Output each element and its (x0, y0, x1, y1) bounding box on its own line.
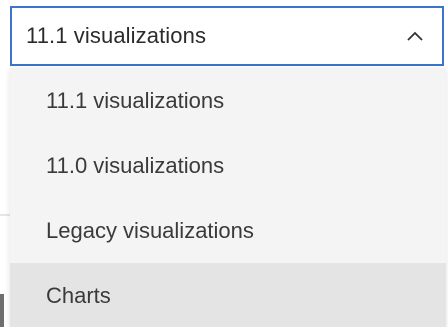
menu-item-11-1-visualizations[interactable]: 11.1 visualizations (10, 68, 446, 133)
menu-item-legacy-visualizations[interactable]: Legacy visualizations (10, 198, 446, 263)
chevron-up-icon[interactable] (404, 25, 426, 47)
background-scrollbar-fragment (0, 294, 4, 327)
visualization-dropdown: 11.1 visualizations 11.1 visualizations … (0, 0, 448, 327)
background-divider (0, 214, 10, 216)
menu-item-11-0-visualizations[interactable]: 11.0 visualizations (10, 133, 446, 198)
selected-value: 11.1 visualizations (26, 23, 207, 48)
menu-item-charts[interactable]: Charts (10, 263, 446, 327)
dropdown-menu: 11.1 visualizations 11.0 visualizations … (10, 68, 446, 327)
background-edge (0, 68, 10, 327)
visualization-select[interactable]: 11.1 visualizations (10, 6, 444, 66)
